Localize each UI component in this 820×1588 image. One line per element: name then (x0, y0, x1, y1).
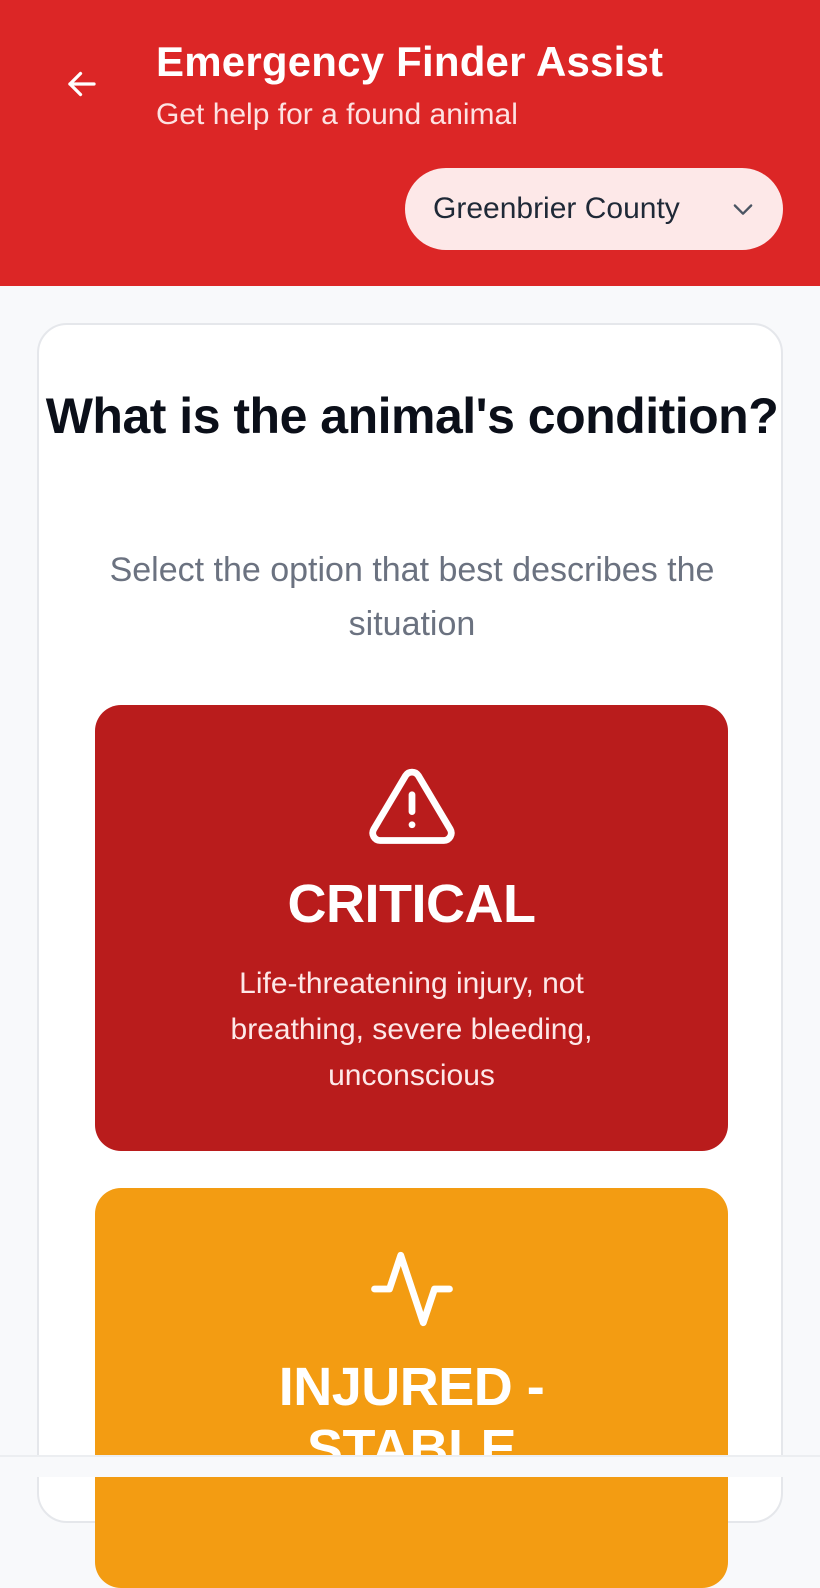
option-critical[interactable]: CRITICAL Life-threatening injury, not br… (95, 705, 728, 1151)
condition-card: What is the animal's condition? Select t… (37, 323, 783, 1588)
condition-hint: Select the option that best describes th… (109, 551, 715, 643)
bottom-edge (0, 1455, 820, 1477)
warning-triangle-icon (369, 768, 455, 844)
option-injured-stable[interactable]: INJURED - STABLE (95, 1188, 728, 1588)
arrow-left-icon (68, 71, 96, 97)
county-select[interactable]: Greenbrier County (405, 168, 783, 250)
pulse-icon (371, 1251, 453, 1327)
county-select-value: Greenbrier County (433, 192, 680, 225)
chevron-down-icon (733, 204, 753, 215)
option-critical-title: CRITICAL (287, 874, 536, 934)
app-header: Emergency Finder Assist Get help for a f… (0, 0, 820, 286)
app-title: Emergency Finder Assist (156, 38, 664, 85)
app-subtitle: Get help for a found animal (156, 98, 518, 131)
back-button[interactable] (56, 58, 108, 110)
option-critical-description: Life-threatening injury, not breathing, … (230, 967, 593, 1092)
condition-question: What is the animal's condition? (45, 388, 779, 444)
